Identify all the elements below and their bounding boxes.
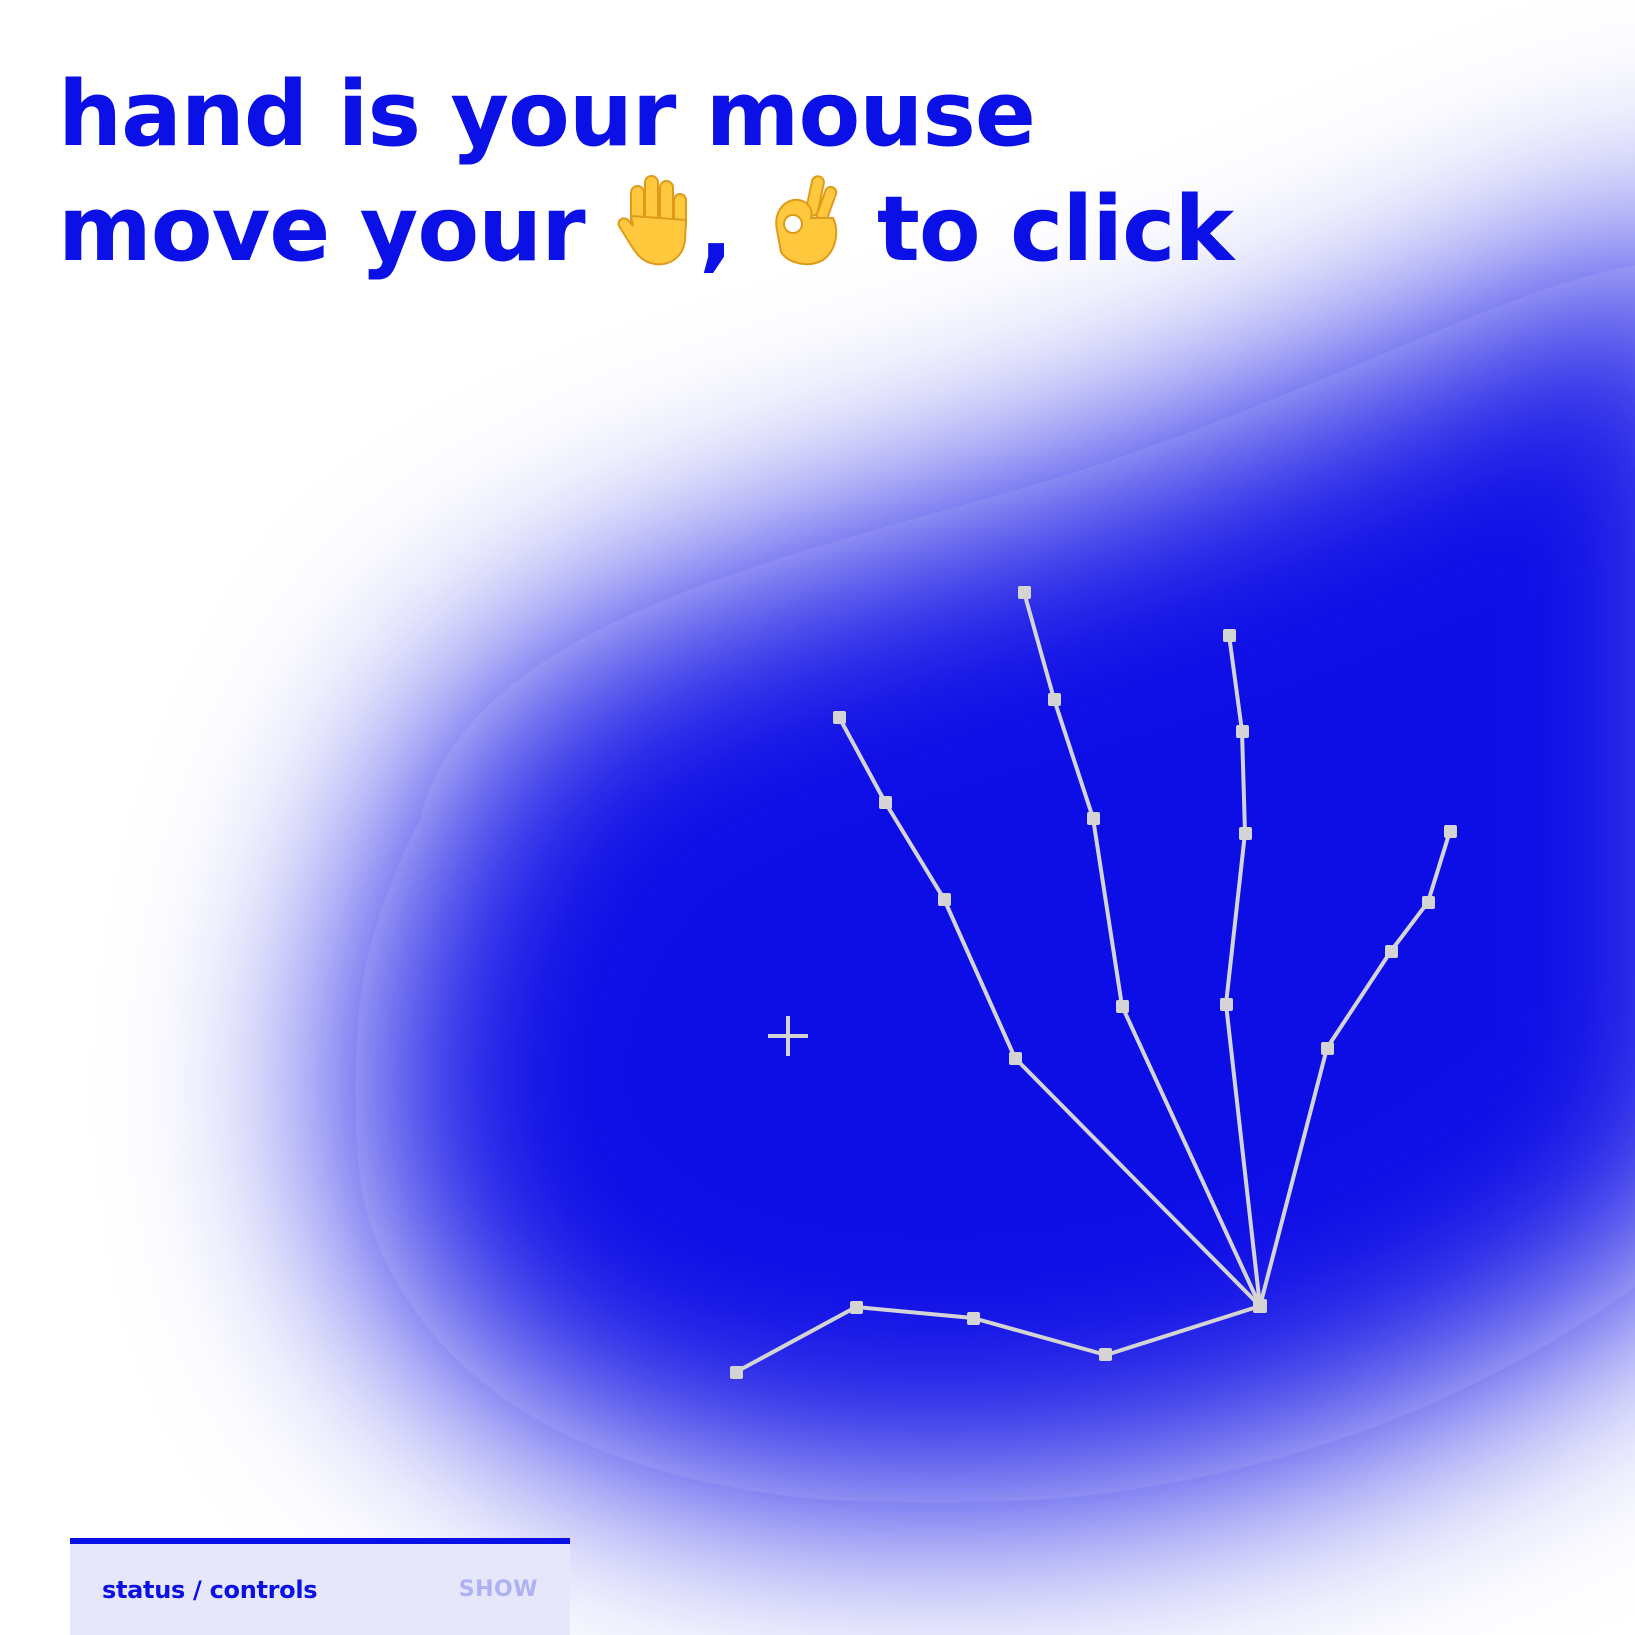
- pinky-finger-bone: [1258, 829, 1452, 1308]
- show-controls-toggle[interactable]: SHOW: [459, 1577, 538, 1602]
- status-controls-title: status / controls: [102, 1575, 318, 1604]
- joint-thumb-1: [1099, 1348, 1112, 1361]
- joint-thumb-2: [967, 1312, 980, 1325]
- joint-middle-2: [1087, 812, 1100, 825]
- joint-pinky-tip: [1444, 825, 1457, 838]
- status-controls-panel: status / controls SHOW: [70, 1538, 570, 1635]
- joint-pinky-1: [1321, 1042, 1334, 1055]
- joint-middle-3: [1048, 693, 1061, 706]
- joint-index-tip: [833, 711, 846, 724]
- joint-index-2: [938, 893, 951, 906]
- joint-pinky-3: [1422, 896, 1435, 909]
- thumb-bone: [734, 1304, 1262, 1374]
- index-finger-bone: [837, 715, 1262, 1308]
- joint-wrist: [1253, 1299, 1267, 1313]
- joint-thumb-3: [850, 1301, 863, 1314]
- joint-ring-tip: [1223, 629, 1236, 642]
- hand-skeleton: [730, 586, 1457, 1379]
- joint-pinky-2: [1385, 945, 1398, 958]
- crosshair-icon: [768, 1016, 808, 1056]
- joint-ring-2: [1239, 827, 1252, 840]
- hand-tracking-stage: hand is your mouse move your , to click …: [0, 0, 1635, 1635]
- joint-middle-1: [1116, 1000, 1129, 1013]
- joint-ring-3: [1236, 725, 1249, 738]
- joint-ring-1: [1220, 998, 1233, 1011]
- joint-middle-tip: [1018, 586, 1031, 599]
- joint-index-3: [879, 796, 892, 809]
- joint-index-1: [1009, 1052, 1022, 1065]
- joint-thumb-tip: [730, 1366, 743, 1379]
